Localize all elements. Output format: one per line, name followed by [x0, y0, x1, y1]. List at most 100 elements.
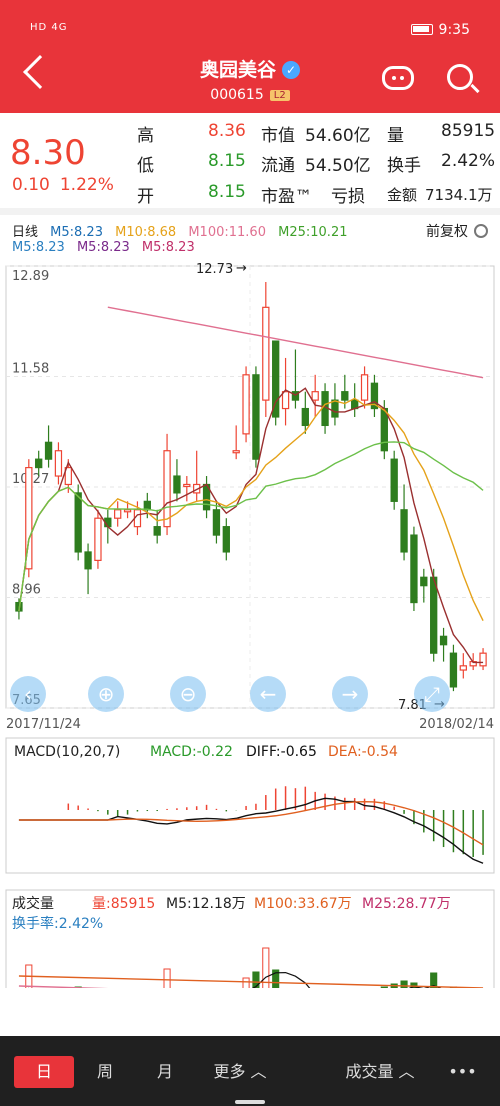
signal-indicator: HD 4G	[30, 22, 68, 33]
high-label: 高	[137, 126, 154, 146]
last-price: 8.30	[10, 133, 86, 173]
ma5-legend-c: M5:8.23	[76, 240, 130, 255]
candle-body	[84, 551, 92, 570]
scroll-left-button[interactable]: ←	[250, 676, 286, 712]
candle-body	[212, 509, 221, 536]
vol-m100-value: M100:33.67万	[254, 896, 352, 912]
high-arrow: →	[236, 261, 247, 276]
volume-bar	[252, 971, 260, 1027]
ma-legend: 日线 M5:8.23 M10:8.68 M100:11.60 M25:10.21	[12, 221, 355, 240]
stock-name: 奥园美谷	[199, 59, 276, 81]
bottom-bar: 日 周 月 更多 ︿ 成交量 ︿ •••	[0, 1036, 500, 1106]
ma10-legend: M10:8.68	[115, 225, 177, 240]
pe-value: 亏损	[331, 187, 365, 207]
candle-body	[35, 458, 43, 469]
ma-legend-row2: M5:8.23 M5:8.23 M5:8.23	[12, 240, 203, 255]
price-change-pct: 1.22%	[59, 175, 114, 195]
tab-more[interactable]: 更多 ︿	[200, 1056, 280, 1088]
price-change: 0.10	[12, 175, 50, 195]
float-value: 54.50亿	[305, 156, 371, 176]
volume-label: 量	[387, 126, 404, 146]
price-axis-label: 8.96	[12, 583, 41, 598]
candle-body	[242, 374, 250, 435]
volume-bar	[380, 986, 388, 1027]
x-start-label: 2017/11/24	[6, 717, 81, 732]
volume-bar	[400, 980, 408, 1027]
ma5-legend-b: M5:8.23	[12, 240, 65, 255]
candle-body	[232, 450, 240, 454]
price-axis-label: 11.58	[12, 362, 49, 377]
open-value: 8.15	[208, 182, 246, 202]
tab-month[interactable]: 月	[140, 1056, 190, 1088]
candle-body	[252, 374, 260, 460]
mktcap-value: 54.60亿	[305, 126, 371, 146]
fullscreen-button[interactable]: ⤢	[414, 676, 450, 712]
zoom-out-button[interactable]: ⊖	[170, 676, 206, 712]
turnover-value: 2.42%	[441, 151, 496, 171]
turnover-label: 换手	[387, 156, 421, 176]
section-divider	[0, 208, 500, 215]
adjust-label: 前复权	[426, 224, 468, 240]
tab-week[interactable]: 周	[80, 1056, 130, 1088]
search-icon[interactable]	[447, 64, 473, 90]
volume-title: 成交量	[12, 895, 54, 912]
candle-body	[301, 407, 309, 427]
macd-title: MACD(10,20,7)	[14, 744, 120, 760]
x-end-label: 2018/02/14	[419, 717, 494, 732]
app-header: HD 4G 9:35 奥园美谷 ✓ 000615 L2	[0, 0, 500, 113]
gear-icon[interactable]	[474, 224, 488, 238]
tab-day[interactable]: 日	[14, 1056, 74, 1088]
mktcap-label: 市值	[261, 126, 295, 146]
candle-body	[281, 391, 290, 410]
candle-body	[459, 665, 467, 671]
candle-body	[114, 509, 122, 519]
verified-icon: ✓	[282, 61, 300, 79]
candle-body	[173, 475, 181, 494]
vol-m5-value: M5:12.18万	[166, 896, 246, 912]
candle-body	[331, 399, 339, 418]
open-label: 开	[137, 187, 154, 207]
kline-chart[interactable]: 12.8911.5810.278.967.6512.73→7.81→2017/1…	[0, 258, 500, 1027]
volume-selector[interactable]: 成交量 ︿	[330, 1056, 430, 1088]
candle-body	[222, 526, 230, 553]
low-label: 低	[137, 156, 154, 176]
price-axis-label: 12.89	[12, 269, 49, 284]
candle-body	[163, 450, 171, 528]
amount-value: 7134.1万	[425, 186, 493, 204]
scroll-right-button[interactable]: →	[332, 676, 368, 712]
low-value: 8.15	[208, 151, 246, 171]
candle-body	[341, 391, 349, 401]
candle-body	[360, 374, 369, 401]
volume-value: 量:85915	[92, 896, 155, 912]
status-bar: HD 4G 9:35	[0, 0, 500, 40]
zoom-in-button[interactable]: ⊕	[88, 676, 124, 712]
candle-body	[420, 576, 428, 587]
diff-line	[18, 797, 484, 864]
expand-left-button[interactable]: ‹	[10, 676, 46, 712]
more-menu-icon[interactable]: •••	[435, 1056, 490, 1088]
float-label: 流通	[261, 156, 295, 176]
candle-body	[449, 652, 458, 688]
candle-body	[390, 458, 398, 502]
ma100-legend: M100:11.60	[188, 225, 266, 240]
period-label[interactable]: 日线	[12, 225, 38, 240]
candle-body	[311, 391, 319, 401]
candle-body	[183, 483, 191, 488]
dea-value: DEA:-0.54	[328, 744, 398, 760]
ma5-legend: M5:8.23	[50, 225, 103, 240]
robot-assistant-icon[interactable]	[382, 66, 414, 90]
l2-badge[interactable]: L2	[269, 90, 290, 101]
macd-value: MACD:-0.22	[150, 744, 233, 760]
candle-body	[380, 407, 388, 452]
chart-area[interactable]: 12.8911.5810.278.967.6512.73→7.81→2017/1…	[0, 258, 500, 1027]
vol-m25-value: M25:28.77万	[362, 896, 451, 912]
diff-value: DIFF:-0.65	[246, 744, 317, 760]
candle-body	[439, 635, 448, 646]
volume-bar	[163, 968, 171, 1027]
clock: 9:35	[438, 22, 470, 38]
quote-panel: 8.30 0.10 1.22% 高 8.36 低 8.15 开 8.15 市值 5…	[0, 113, 500, 213]
ma25-legend: M25:10.21	[278, 225, 348, 240]
adjust-setting[interactable]: 前复权	[426, 221, 488, 241]
home-indicator	[235, 1100, 265, 1104]
vol-ma100-line	[18, 975, 484, 989]
